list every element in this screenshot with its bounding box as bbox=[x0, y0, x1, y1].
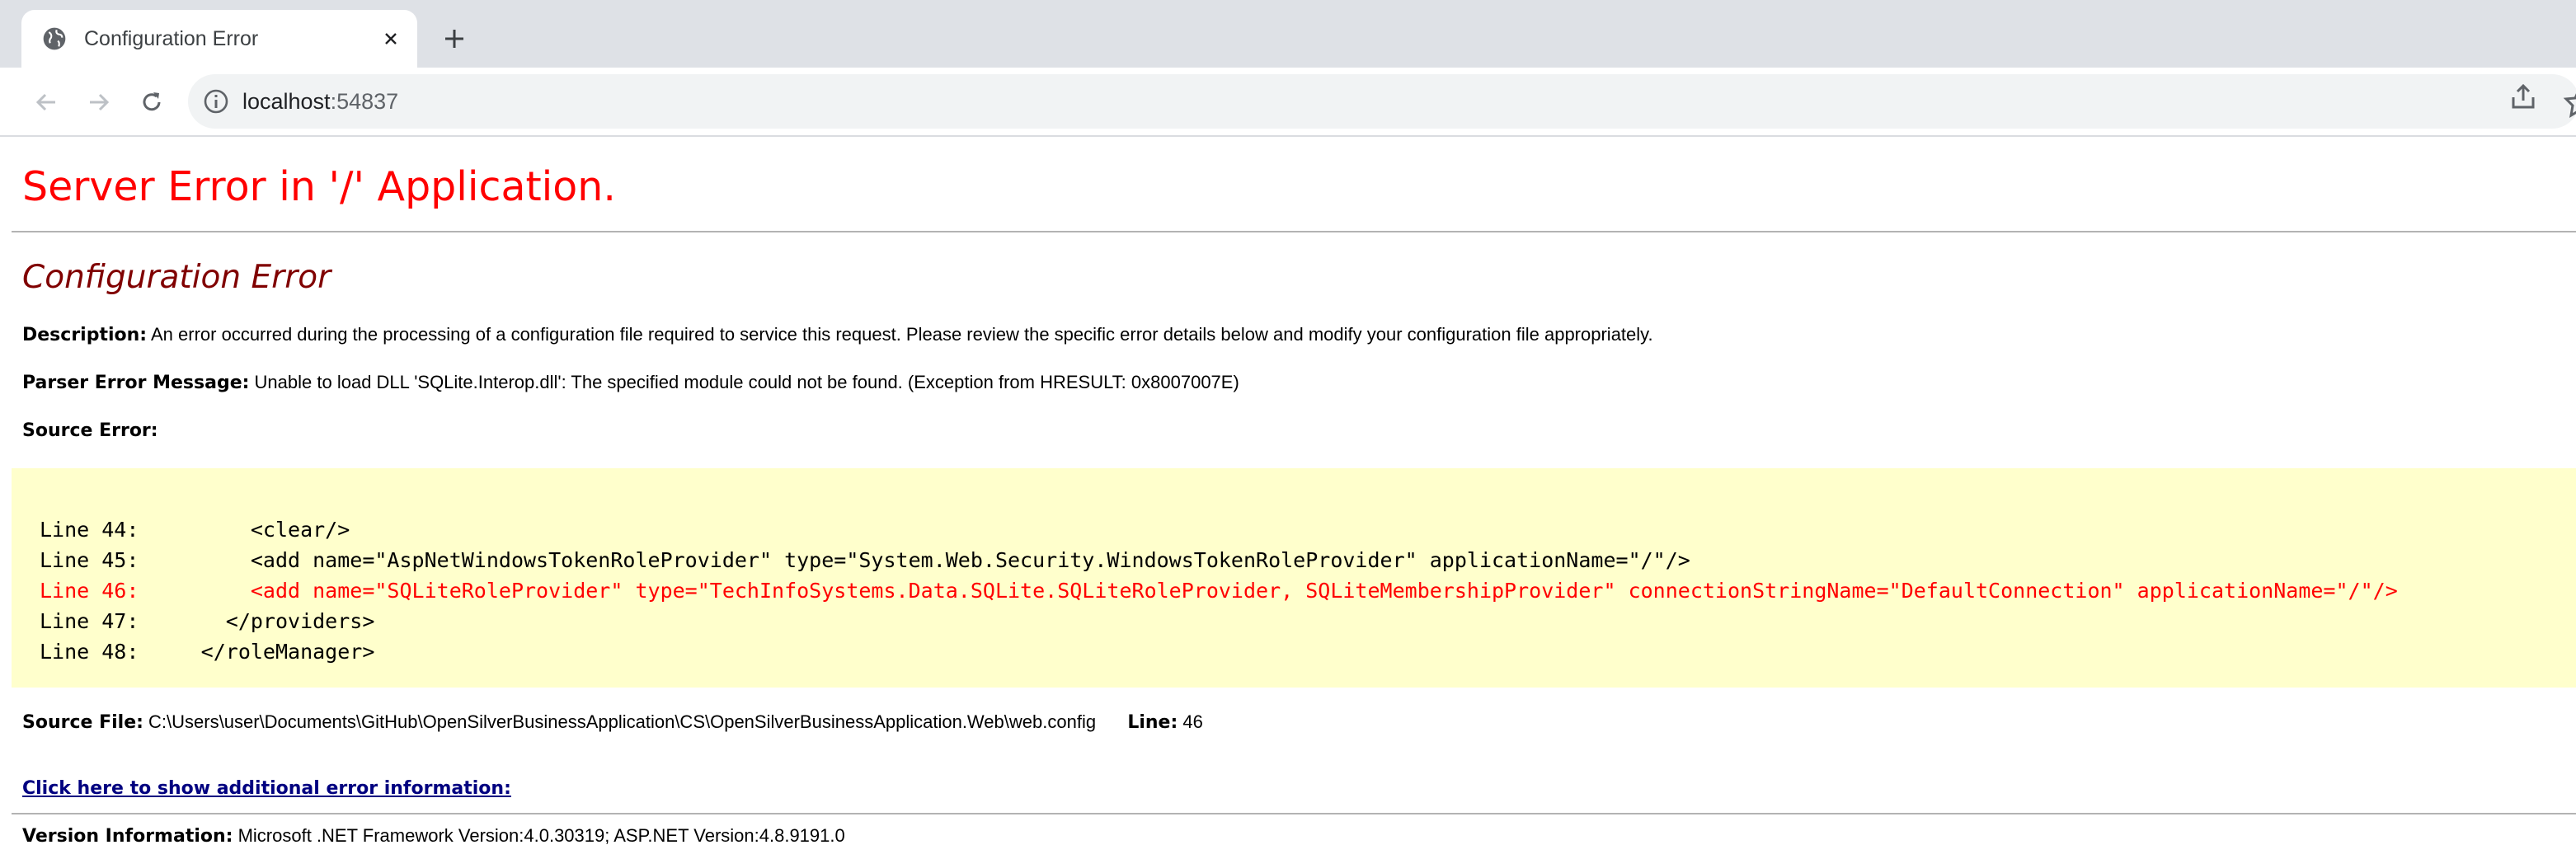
description-text: An error occurred during the processing … bbox=[151, 324, 1653, 345]
description-label: Description: bbox=[22, 325, 148, 345]
source-line-error: Line 46: <add name="SQLiteRoleProvider" … bbox=[40, 579, 2398, 603]
new-tab-icon[interactable] bbox=[437, 21, 472, 56]
share-icon[interactable] bbox=[2507, 81, 2540, 114]
source-file-label: Source File: bbox=[22, 712, 143, 733]
version-text: Microsoft .NET Framework Version:4.0.303… bbox=[237, 825, 845, 846]
back-arrow-icon[interactable] bbox=[28, 84, 64, 120]
line-label: Line: bbox=[1127, 712, 1178, 733]
description-row: Description: An error occurred during th… bbox=[22, 324, 1653, 345]
browser-toolbar: localhost:54837 bbox=[0, 68, 2576, 137]
source-error-row: Source Error: bbox=[22, 420, 158, 441]
version-row: Version Information: Microsoft .NET Fram… bbox=[22, 825, 845, 847]
address-bar[interactable]: localhost:54837 bbox=[188, 74, 2576, 129]
source-line: Line 47: </providers> bbox=[40, 609, 375, 633]
tab-title: Configuration Error bbox=[84, 26, 259, 50]
parser-error-label: Parser Error Message: bbox=[22, 373, 250, 393]
browser-tab-active[interactable]: Configuration Error bbox=[21, 10, 417, 68]
globe-icon bbox=[43, 27, 66, 50]
page-title: Server Error in '/' Application. bbox=[22, 163, 616, 210]
line-number: 46 bbox=[1182, 711, 1203, 732]
error-page: Server Error in '/' Application. Configu… bbox=[0, 138, 2576, 859]
source-code-box: Line 44: <clear/> Line 45: <add name="As… bbox=[12, 468, 2576, 688]
source-line: Line 44: <clear/> bbox=[40, 518, 350, 542]
parser-error-row: Parser Error Message: Unable to load DLL… bbox=[22, 372, 1239, 393]
info-icon[interactable] bbox=[203, 88, 229, 115]
additional-error-info-link[interactable]: Click here to show additional error info… bbox=[22, 778, 511, 799]
parser-error-text: Unable to load DLL 'SQLite.Interop.dll':… bbox=[254, 372, 1239, 392]
url-text[interactable]: localhost:54837 bbox=[242, 88, 398, 115]
forward-arrow-icon[interactable] bbox=[81, 84, 117, 120]
source-line: Line 45: <add name="AspNetWindowsTokenRo… bbox=[40, 548, 1690, 572]
source-line: Line 48: </roleManager> bbox=[40, 640, 375, 664]
bookmark-star-icon[interactable] bbox=[2563, 86, 2576, 119]
source-file-row: Source File: C:\Users\user\Documents\Git… bbox=[22, 711, 1203, 733]
divider-top bbox=[12, 231, 2576, 232]
version-label: Version Information: bbox=[22, 826, 233, 847]
close-tab-icon[interactable] bbox=[376, 24, 406, 54]
divider-bottom bbox=[12, 813, 2576, 814]
reload-icon[interactable] bbox=[134, 84, 170, 120]
source-error-label: Source Error: bbox=[22, 420, 158, 441]
source-file-path: C:\Users\user\Documents\GitHub\OpenSilve… bbox=[148, 711, 1097, 732]
error-subtitle: Configuration Error bbox=[22, 259, 331, 296]
browser-tabstrip: Configuration Error bbox=[0, 0, 2576, 68]
